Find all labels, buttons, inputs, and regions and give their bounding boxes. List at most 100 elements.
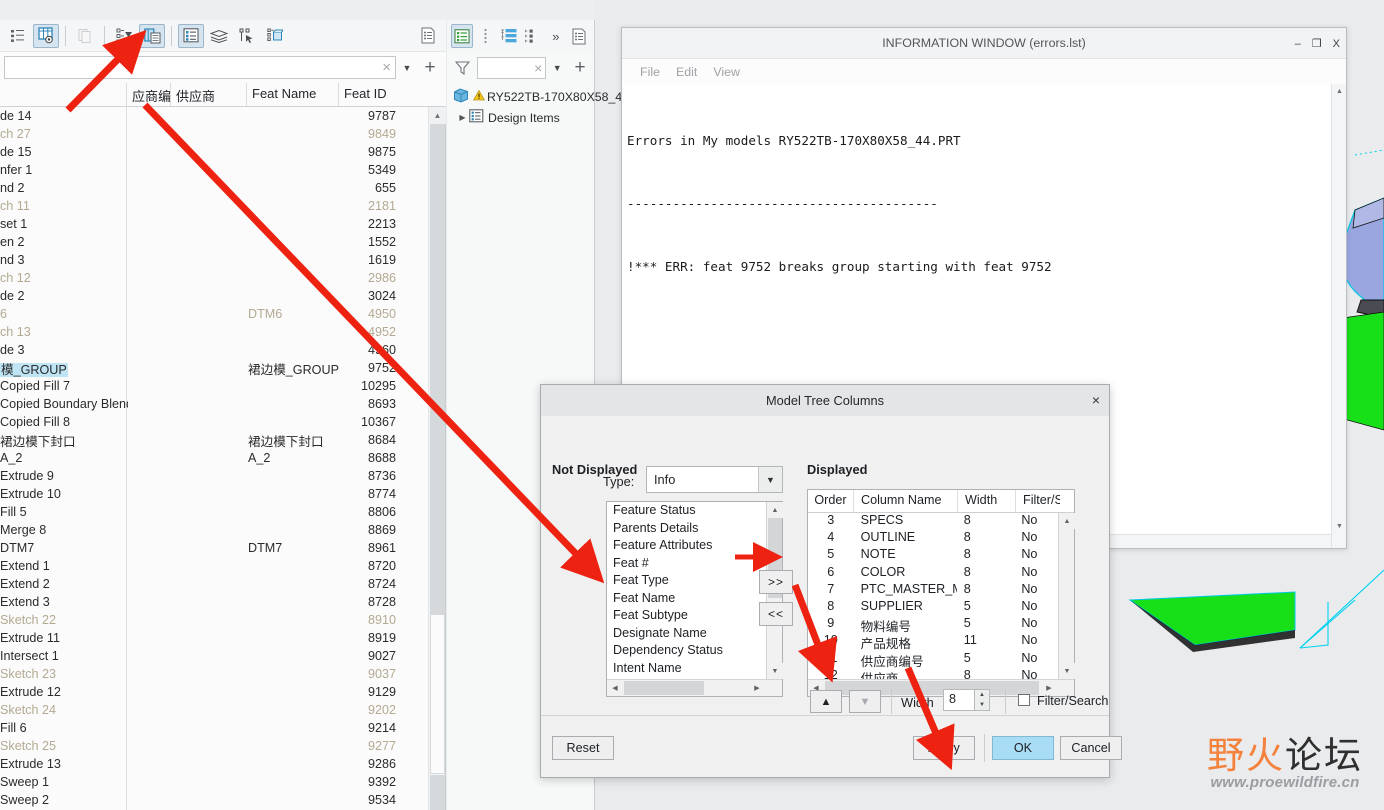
design-clear-search-icon[interactable]: × <box>534 60 545 76</box>
design-search-dropdown-icon[interactable]: ▼ <box>546 63 568 73</box>
not-displayed-item[interactable]: Feat Name <box>607 591 766 609</box>
not-displayed-item[interactable]: Intent Name <box>607 661 766 679</box>
model-tree-row[interactable]: en 2 1552 <box>0 233 428 251</box>
model-tree-row[interactable]: 裙边模下封口 裙边模下封口 8684 <box>0 431 428 449</box>
group-items-icon[interactable] <box>262 24 288 48</box>
col-header-feat-id[interactable]: Feat ID <box>338 83 428 106</box>
tree-list-icon[interactable] <box>498 24 519 48</box>
displayed-column-row[interactable]: 5 NOTE 8 No <box>808 547 1058 564</box>
model-tree-row[interactable]: Copied Boundary Blend 2 8693 <box>0 395 428 413</box>
minimize-icon[interactable]: – <box>1295 38 1301 50</box>
model-tree-vertical-scrollbar[interactable]: ▲ <box>428 107 446 810</box>
model-tree-row[interactable]: Fill 6 9214 <box>0 719 428 737</box>
width-input[interactable]: 8 <box>943 689 975 711</box>
design-add-criteria-button[interactable]: + <box>568 58 592 77</box>
model-tree-row[interactable]: Extrude 12 9129 <box>0 683 428 701</box>
model-tree-row[interactable]: Extend 3 8728 <box>0 593 428 611</box>
tree-columns-icon[interactable] <box>139 23 165 48</box>
not-displayed-listbox[interactable]: Feature Status Parents Details Feature Att… <box>606 501 783 697</box>
close-icon[interactable]: X <box>1333 38 1340 50</box>
displayed-column-row[interactable]: 10 产品规格 11 No <box>808 633 1058 650</box>
cancel-button[interactable]: Cancel <box>1060 736 1122 760</box>
ok-button[interactable]: OK <box>992 736 1054 760</box>
not-displayed-item[interactable]: Feat # <box>607 556 766 574</box>
nd-scroll-right-icon[interactable]: ▶ <box>749 680 765 696</box>
apply-button[interactable]: Apply <box>913 736 975 760</box>
col-header-feat-name[interactable]: Feat Name <box>246 83 338 106</box>
model-tree-row[interactable]: de 15 9875 <box>0 143 428 161</box>
toolbar-overflow-button[interactable]: » <box>545 24 566 48</box>
model-tree-row[interactable]: de 3 4960 <box>0 341 428 359</box>
menu-file[interactable]: File <box>640 65 660 79</box>
scroll-up-icon[interactable]: ▲ <box>429 107 446 124</box>
width-spinner-up-icon[interactable]: ▲ <box>975 690 989 700</box>
dg-scroll-up-icon[interactable]: ▲ <box>1059 513 1075 529</box>
not-displayed-item[interactable]: Parents Details <box>607 521 766 539</box>
tree-node-design-items[interactable]: ▶ Design Items <box>453 107 594 128</box>
displayed-column-row[interactable]: 7 PTC_MASTER_MAT 8 No <box>808 582 1058 599</box>
model-tree-row[interactable]: de 14 9787 <box>0 107 428 125</box>
not-displayed-item[interactable]: Feat Type <box>607 573 766 591</box>
model-tree-rows[interactable]: de 14 9787 ch 27 9849 de 15 9875 nfer 1 5349 nd … <box>0 107 428 810</box>
model-tree-row[interactable]: Extrude 11 8919 <box>0 629 428 647</box>
model-tree-row[interactable]: 6 DTM6 4950 <box>0 305 428 323</box>
reset-button[interactable]: Reset <box>552 736 614 760</box>
move-up-button[interactable]: ▲ <box>810 690 842 713</box>
model-tree-row[interactable]: de 2 3024 <box>0 287 428 305</box>
width-spinner-down-icon[interactable]: ▼ <box>975 700 989 710</box>
model-tree-row[interactable]: Merge 8 8869 <box>0 521 428 539</box>
grid-header-filter[interactable]: Filter/S <box>1016 490 1060 512</box>
model-tree-row[interactable]: Extend 1 8720 <box>0 557 428 575</box>
displayed-columns-grid[interactable]: Order Column Name Width Filter/S 3 SPECS 8… <box>807 489 1075 697</box>
chevron-down-icon[interactable]: ▼ <box>758 467 782 492</box>
displayed-column-row[interactable]: 8 SUPPLIER 5 No <box>808 599 1058 616</box>
filter-funnel-icon[interactable] <box>450 56 476 80</box>
design-search-input[interactable]: × <box>476 56 547 79</box>
model-tree-row[interactable]: Sweep 1 9392 <box>0 773 428 791</box>
dialog-close-icon[interactable]: × <box>1092 392 1100 408</box>
search-input[interactable]: × <box>4 56 396 79</box>
model-tree-row[interactable]: Sweep 2 9534 <box>0 791 428 809</box>
model-tree-row[interactable]: Sketch 23 9037 <box>0 665 428 683</box>
information-window-vertical-scrollbar[interactable]: ▲ ▼ <box>1331 84 1346 548</box>
not-displayed-item[interactable]: Feature Status <box>607 503 766 521</box>
model-tree-view-icon[interactable] <box>451 24 473 48</box>
displayed-vscrollbar[interactable]: ▲ ▼ <box>1058 513 1075 679</box>
model-tree-row[interactable]: Fill 5 8806 <box>0 503 428 521</box>
model-tree-row[interactable]: Extrude 10 8774 <box>0 485 428 503</box>
model-tree-row[interactable]: Extrude 13 9286 <box>0 755 428 773</box>
filter-search-checkbox[interactable] <box>1018 694 1030 706</box>
expand-tree-icon[interactable] <box>522 24 543 48</box>
displayed-column-row[interactable]: 6 COLOR 8 No <box>808 565 1058 582</box>
grid-header-column-name[interactable]: Column Name <box>854 490 958 512</box>
remove-from-displayed-button[interactable]: << <box>759 602 793 626</box>
model-tree-row[interactable]: DTM7 DTM7 8961 <box>0 539 428 557</box>
menu-view[interactable]: View <box>713 65 740 79</box>
type-dropdown[interactable]: Info ▼ <box>646 466 783 493</box>
nd-scroll-left-icon[interactable]: ◀ <box>607 680 623 696</box>
model-tree-row[interactable]: ch 27 9849 <box>0 125 428 143</box>
model-tree-row[interactable]: Copied Fill 8 10367 <box>0 413 428 431</box>
model-tree-row[interactable]: Sketch 25 9277 <box>0 737 428 755</box>
model-tree-row[interactable]: set 1 2213 <box>0 215 428 233</box>
model-tree-row[interactable]: Intersect 1 9027 <box>0 647 428 665</box>
scroll-thumb[interactable] <box>430 614 445 774</box>
info-scroll-down-icon[interactable]: ▼ <box>1332 519 1347 534</box>
information-window-titlebar[interactable]: INFORMATION WINDOW (errors.lst) – ❐ X <box>622 28 1346 59</box>
dg-scroll-down-icon[interactable]: ▼ <box>1059 663 1075 679</box>
model-tree-row[interactable]: nd 3 1619 <box>0 251 428 269</box>
model-tree-row[interactable]: Extrude 9 8736 <box>0 467 428 485</box>
layers-icon[interactable] <box>206 24 232 48</box>
col-header-supplier[interactable]: 供应商 <box>170 83 246 106</box>
nd-scroll-up-icon[interactable]: ▲ <box>767 502 783 518</box>
grid-header-order[interactable]: Order <box>808 490 854 512</box>
displayed-hscrollbar[interactable]: ◀ ▶ <box>808 679 1074 696</box>
model-tree-row[interactable]: Copied Fill 7 10295 <box>0 377 428 395</box>
settings-page-icon[interactable] <box>415 24 441 48</box>
scroll-track-upper[interactable] <box>430 124 445 614</box>
model-tree-row[interactable]: Sketch 24 9202 <box>0 701 428 719</box>
add-to-displayed-button[interactable]: >> <box>759 570 793 594</box>
design-settings-page-icon[interactable] <box>569 24 590 48</box>
copy-icon[interactable] <box>72 24 98 48</box>
info-scroll-up-icon[interactable]: ▲ <box>1332 84 1347 99</box>
